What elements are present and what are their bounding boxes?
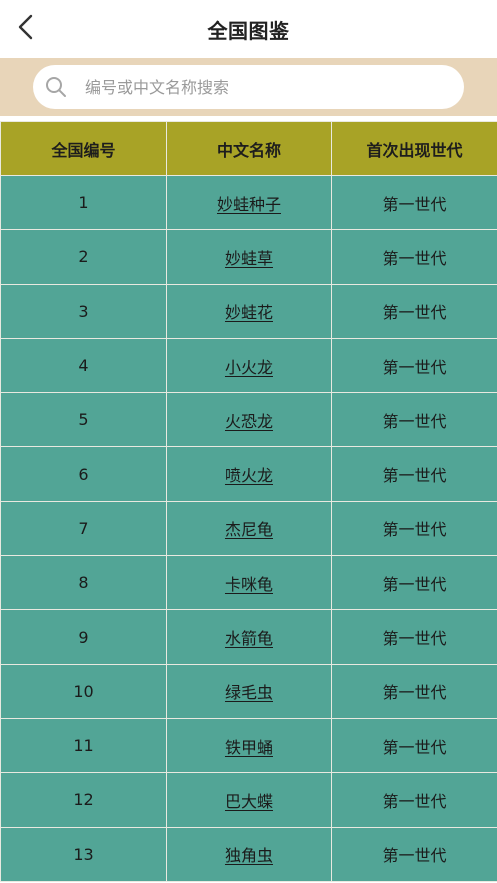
cell-generation: 第一世代 — [331, 609, 497, 665]
pokedex-table-container: 全国编号 中文名称 首次出现世代 1 妙蛙种子 第一世代 2 妙蛙草 第一世代 3 妙蛙花 第一… — [0, 121, 497, 882]
pokemon-name-link[interactable]: 杰尼龟 — [225, 520, 273, 539]
search-icon — [45, 75, 69, 99]
pokedex-table: 全国编号 中文名称 首次出现世代 1 妙蛙种子 第一世代 2 妙蛙草 第一世代 3 妙蛙花 第一… — [0, 121, 497, 882]
cell-name: 小火龙 — [166, 337, 332, 394]
cell-name: 水箭龟 — [166, 609, 332, 665]
cell-name: 喷火龙 — [166, 446, 332, 502]
search-box[interactable] — [33, 65, 464, 109]
cell-number: 13 — [0, 826, 167, 882]
cell-name: 妙蛙种子 — [166, 174, 332, 231]
cell-generation: 第一世代 — [331, 555, 497, 611]
pokemon-name-link[interactable]: 喷火龙 — [225, 466, 273, 485]
table-row: 7 杰尼龟 第一世代 — [0, 500, 497, 557]
cell-name: 火恐龙 — [166, 392, 332, 448]
cell-generation: 第一世代 — [331, 174, 497, 231]
cell-generation: 第一世代 — [331, 392, 497, 448]
cell-generation: 第一世代 — [331, 826, 497, 882]
pokemon-name-link[interactable]: 绿毛虫 — [225, 683, 273, 702]
cell-number: 1 — [0, 174, 167, 231]
table-header-row: 全国编号 中文名称 首次出现世代 — [0, 121, 497, 176]
pokemon-name-link[interactable]: 妙蛙花 — [225, 303, 273, 322]
table-row: 3 妙蛙花 第一世代 — [0, 283, 497, 339]
table-row: 6 喷火龙 第一世代 — [0, 446, 497, 502]
cell-number: 10 — [0, 663, 167, 719]
cell-number: 8 — [0, 555, 167, 611]
pokemon-name-link[interactable]: 妙蛙种子 — [217, 195, 281, 214]
cell-number: 7 — [0, 500, 167, 557]
cell-name: 巴大蝶 — [166, 772, 332, 828]
cell-name: 绿毛虫 — [166, 663, 332, 719]
table-row: 13 独角虫 第一世代 — [0, 826, 497, 882]
cell-generation: 第一世代 — [331, 717, 497, 774]
table-row: 12 巴大蝶 第一世代 — [0, 772, 497, 828]
cell-generation: 第一世代 — [331, 229, 497, 285]
table-row: 1 妙蛙种子 第一世代 — [0, 174, 497, 231]
cell-number: 3 — [0, 283, 167, 339]
page-title: 全国图鉴 — [207, 18, 290, 43]
pokemon-name-link[interactable]: 水箭龟 — [225, 629, 273, 648]
cell-name: 独角虫 — [166, 826, 332, 882]
cell-number: 5 — [0, 392, 167, 448]
table-body: 1 妙蛙种子 第一世代 2 妙蛙草 第一世代 3 妙蛙花 第一世代 4 小火龙 第一世代 5 火恐龙 第一世… — [0, 174, 497, 882]
cell-number: 12 — [0, 772, 167, 828]
pokemon-name-link[interactable]: 巴大蝶 — [225, 792, 273, 811]
cell-generation: 第一世代 — [331, 283, 497, 339]
table-row: 9 水箭龟 第一世代 — [0, 609, 497, 665]
chevron-left-icon — [18, 14, 33, 40]
cell-generation: 第一世代 — [331, 446, 497, 502]
cell-number: 6 — [0, 446, 167, 502]
cell-number: 4 — [0, 337, 167, 394]
cell-number: 2 — [0, 229, 167, 285]
cell-generation: 第一世代 — [331, 500, 497, 557]
table-row: 10 绿毛虫 第一世代 — [0, 663, 497, 719]
pokemon-name-link[interactable]: 独角虫 — [225, 846, 273, 865]
pokemon-name-link[interactable]: 铁甲蛹 — [225, 738, 273, 757]
cell-generation: 第一世代 — [331, 772, 497, 828]
cell-name: 妙蛙草 — [166, 229, 332, 285]
table-row: 8 卡咪龟 第一世代 — [0, 555, 497, 611]
table-row: 2 妙蛙草 第一世代 — [0, 229, 497, 285]
column-header-number: 全国编号 — [0, 121, 167, 176]
pokemon-name-link[interactable]: 火恐龙 — [225, 412, 273, 431]
cell-name: 杰尼龟 — [166, 500, 332, 557]
cell-number: 9 — [0, 609, 167, 665]
table-row: 11 铁甲蛹 第一世代 — [0, 717, 497, 774]
pokemon-name-link[interactable]: 小火龙 — [225, 358, 273, 377]
cell-number: 11 — [0, 717, 167, 774]
cell-generation: 第一世代 — [331, 663, 497, 719]
column-header-name: 中文名称 — [166, 121, 332, 176]
cell-generation: 第一世代 — [331, 337, 497, 394]
pokemon-name-link[interactable]: 卡咪龟 — [225, 575, 273, 594]
cell-name: 铁甲蛹 — [166, 717, 332, 774]
cell-name: 妙蛙花 — [166, 283, 332, 339]
column-header-generation: 首次出现世代 — [331, 121, 497, 176]
back-button[interactable] — [8, 9, 44, 45]
top-bar: 全国图鉴 — [0, 0, 497, 58]
cell-name: 卡咪龟 — [166, 555, 332, 611]
table-row: 5 火恐龙 第一世代 — [0, 392, 497, 448]
search-input[interactable] — [85, 77, 425, 97]
table-row: 4 小火龙 第一世代 — [0, 337, 497, 394]
search-bar — [0, 58, 497, 116]
pokemon-name-link[interactable]: 妙蛙草 — [225, 249, 273, 268]
